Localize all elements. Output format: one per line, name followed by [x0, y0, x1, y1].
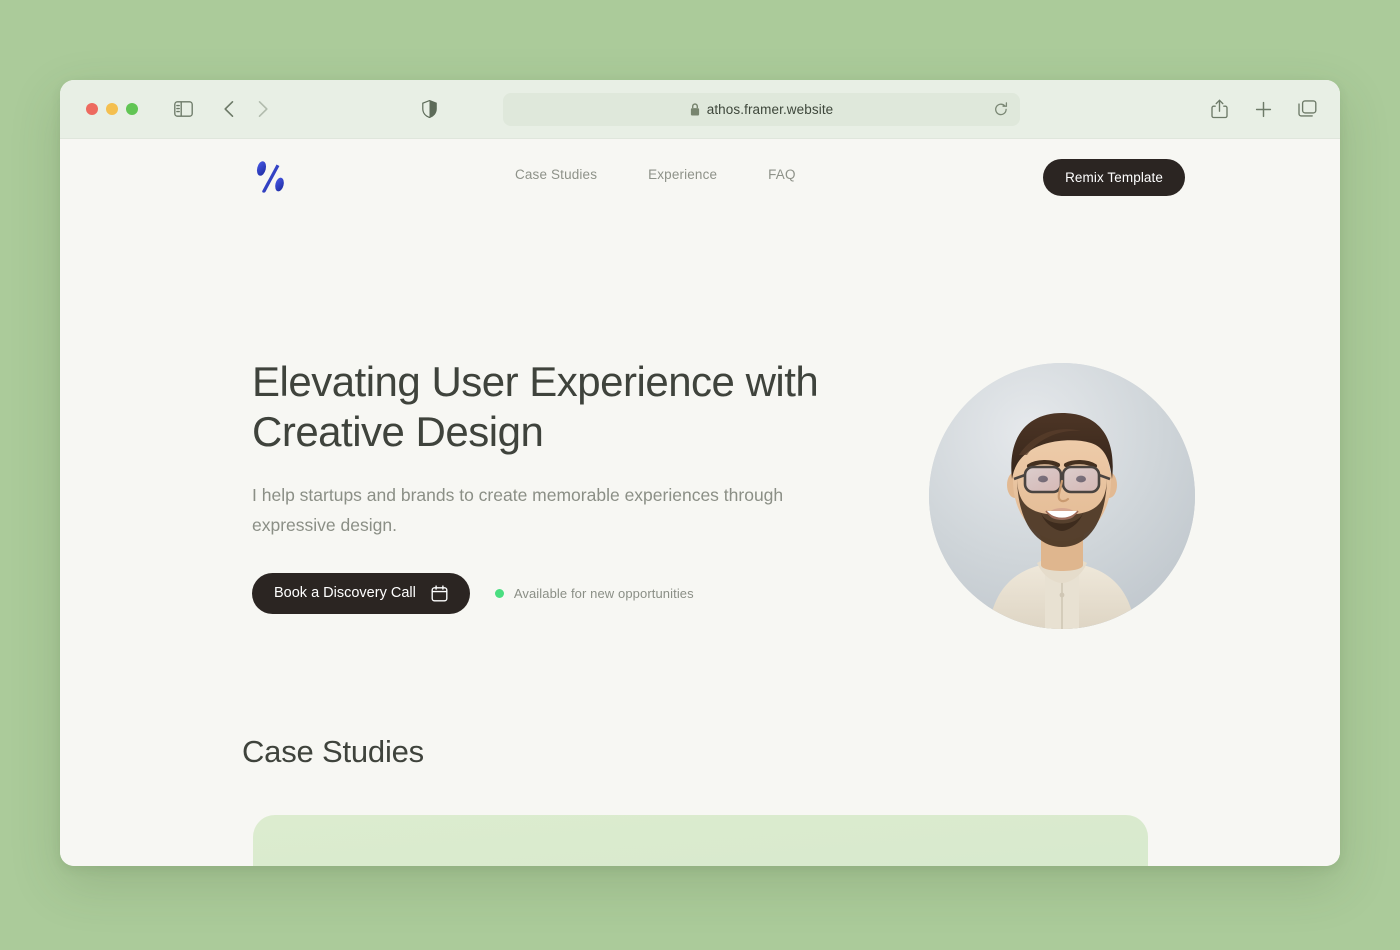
- page-viewport: Case Studies Experience FAQ Remix Templa…: [60, 139, 1340, 866]
- book-discovery-call-label: Book a Discovery Call: [274, 585, 416, 602]
- calendar-icon: [431, 585, 448, 602]
- case-study-card[interactable]: Travel Booking App: [252, 815, 1148, 866]
- lock-icon: [690, 103, 700, 116]
- reload-icon[interactable]: [994, 102, 1008, 117]
- availability-status: Available for new opportunities: [494, 585, 694, 601]
- profile-photo: [929, 363, 1195, 629]
- case-studies-section: Case Studies Travel Booking App: [60, 734, 1340, 866]
- close-window-button[interactable]: [86, 103, 98, 115]
- case-studies-heading: Case Studies: [242, 734, 424, 769]
- book-discovery-call-button[interactable]: Book a Discovery Call: [252, 572, 470, 614]
- navigation-arrows: [216, 96, 276, 122]
- sidebar-toggle-icon[interactable]: [170, 96, 196, 122]
- url-text: athos.framer.website: [706, 102, 834, 117]
- availability-text: Available for new opportunities: [513, 585, 694, 601]
- site-nav-links: Case Studies Experience FAQ: [515, 167, 796, 182]
- status-dot-icon: [494, 588, 504, 598]
- nav-link-faq[interactable]: FAQ: [768, 167, 795, 182]
- site-navbar: Case Studies Experience FAQ Remix Templa…: [60, 139, 1340, 239]
- toolbar-actions: [1206, 96, 1320, 122]
- nav-link-case-studies[interactable]: Case Studies: [515, 167, 597, 182]
- nav-link-experience[interactable]: Experience: [648, 167, 717, 182]
- athos-logo-icon[interactable]: [252, 157, 290, 197]
- tabs-overview-icon[interactable]: [1294, 96, 1320, 122]
- shield-icon[interactable]: [416, 96, 442, 122]
- browser-window: athos.framer.website Case Studies Experi…: [60, 80, 1340, 866]
- minimize-window-button[interactable]: [106, 103, 118, 115]
- maximize-window-button[interactable]: [126, 103, 138, 115]
- hero-title: Elevating User Experience with Creative …: [252, 358, 819, 456]
- remix-template-button[interactable]: Remix Template: [1043, 159, 1185, 196]
- forward-button[interactable]: [250, 96, 276, 122]
- hero-actions: Book a Discovery Call Available for new …: [252, 572, 1340, 614]
- window-controls: [86, 103, 138, 115]
- back-button[interactable]: [216, 96, 242, 122]
- hero-subtitle: I help startups and brands to create mem…: [252, 484, 784, 535]
- address-bar[interactable]: athos.framer.website: [503, 93, 1020, 126]
- browser-toolbar: athos.framer.website: [60, 80, 1340, 139]
- share-icon[interactable]: [1206, 96, 1232, 122]
- new-tab-icon[interactable]: [1250, 96, 1276, 122]
